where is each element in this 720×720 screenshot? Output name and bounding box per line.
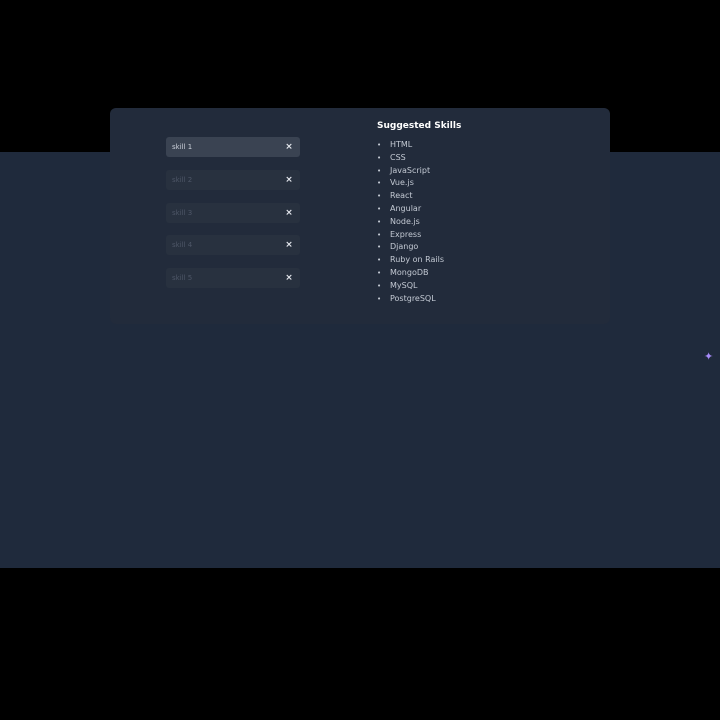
- skill-row-1: ×: [166, 137, 300, 157]
- bullet-icon: •: [377, 230, 382, 239]
- suggested-skill-label: Ruby on Rails: [390, 255, 445, 265]
- suggested-skill-label: JavaScript: [390, 165, 431, 175]
- skill-row-3: ×: [166, 202, 300, 223]
- skill-input-1[interactable]: [166, 137, 276, 157]
- suggested-skill-label: MySQL: [390, 280, 418, 290]
- bullet-icon: •: [377, 217, 382, 226]
- skill-row-5: ×: [166, 268, 300, 289]
- suggested-skill-item[interactable]: • React: [377, 190, 597, 203]
- suggested-skill-item[interactable]: • CSS: [377, 152, 597, 165]
- clear-skill-4-button[interactable]: ×: [282, 235, 296, 255]
- skill-inputs: × × × × ×: [166, 137, 300, 301]
- skill-row-4: ×: [166, 235, 300, 256]
- suggested-skill-item[interactable]: • MySQL: [377, 280, 597, 293]
- suggested-skills-list: • HTML • CSS • JavaScript • Vue.js • React • A…: [377, 139, 597, 305]
- suggested-skill-label: MongoDB: [390, 267, 429, 277]
- suggested-skill-label: Express: [390, 229, 422, 239]
- suggested-skill-label: Node.js: [390, 216, 420, 226]
- suggested-skill-item[interactable]: • Vue.js: [377, 177, 597, 190]
- bullet-icon: •: [377, 141, 382, 149]
- bullet-icon: •: [377, 256, 382, 265]
- bullet-icon: •: [377, 268, 382, 277]
- letterbox-bottom: [0, 568, 720, 720]
- suggested-skill-item[interactable]: • JavaScript: [377, 165, 597, 178]
- bullet-icon: •: [377, 179, 382, 188]
- suggested-skills: Suggested Skills • HTML • CSS • JavaScript …: [377, 121, 597, 305]
- skill-row-2: ×: [166, 169, 300, 190]
- suggested-skill-label: PostgreSQL: [390, 293, 436, 303]
- suggested-skill-item[interactable]: • MongoDB: [377, 267, 597, 280]
- suggested-skill-label: React: [390, 191, 413, 201]
- suggested-skill-item[interactable]: • Node.js: [377, 216, 597, 229]
- skill-input-2[interactable]: [166, 169, 276, 190]
- bullet-icon: •: [377, 204, 382, 213]
- bullet-icon: •: [377, 243, 382, 252]
- bullet-icon: •: [377, 166, 382, 175]
- suggested-skill-label: CSS: [390, 152, 406, 162]
- suggested-skill-item[interactable]: • Django: [377, 241, 597, 254]
- clear-skill-2-button[interactable]: ×: [282, 170, 296, 190]
- bullet-icon: •: [377, 192, 382, 201]
- skill-input-3[interactable]: [166, 202, 276, 223]
- bullet-icon: •: [377, 281, 382, 290]
- skill-input-4[interactable]: [166, 235, 276, 256]
- bullet-icon: •: [377, 153, 382, 162]
- suggested-skill-label: Angular: [390, 203, 422, 213]
- suggested-skill-label: Django: [390, 242, 419, 252]
- skill-input-5[interactable]: [166, 268, 276, 289]
- suggested-skill-item[interactable]: • Express: [377, 229, 597, 242]
- clear-skill-3-button[interactable]: ×: [282, 203, 296, 223]
- suggested-skill-item[interactable]: • PostgreSQL: [377, 293, 597, 306]
- clear-skill-5-button[interactable]: ×: [282, 268, 296, 288]
- suggested-skill-label: HTML: [390, 140, 413, 149]
- suggested-skill-item[interactable]: • HTML: [377, 139, 597, 152]
- suggested-skill-label: Vue.js: [390, 178, 414, 188]
- bullet-icon: •: [377, 294, 382, 303]
- suggested-skills-heading: Suggested Skills: [377, 121, 462, 131]
- suggested-skill-item[interactable]: • Ruby on Rails: [377, 254, 597, 267]
- clear-skill-1-button[interactable]: ×: [282, 137, 296, 157]
- suggested-skill-item[interactable]: • Angular: [377, 203, 597, 216]
